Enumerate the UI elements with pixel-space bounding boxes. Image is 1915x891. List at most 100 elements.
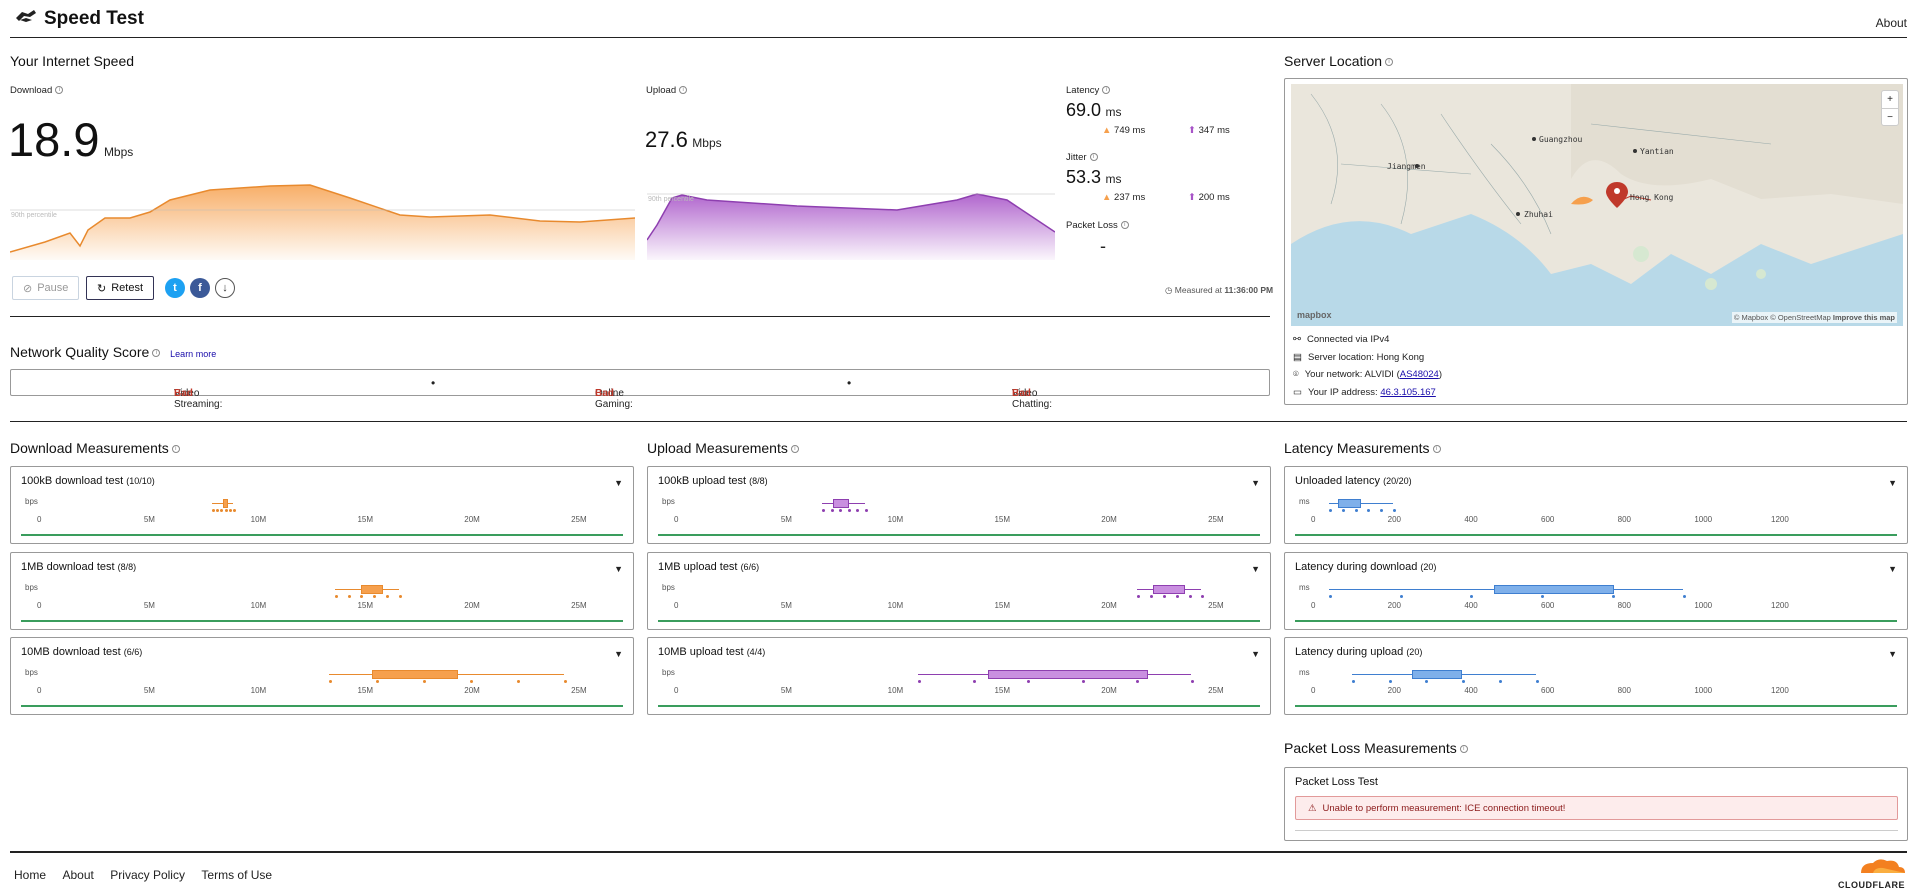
app-title: Speed Test: [44, 8, 144, 29]
info-icon[interactable]: i: [1120, 221, 1129, 230]
data-point: [1380, 509, 1384, 512]
latency-label: Latency: [1066, 85, 1100, 96]
axis-tick-label: 15M: [994, 515, 1011, 524]
map-attribution: © Mapbox © OpenStreetMap Improve this ma…: [1731, 312, 1897, 323]
axis-tick-label: 5M: [780, 686, 792, 695]
jitter-up: 200 ms: [1198, 192, 1230, 203]
axis-tick-label: 200: [1387, 601, 1402, 610]
attribution-text[interactable]: © Mapbox © OpenStreetMap: [1734, 313, 1831, 322]
latency-measurements-title: Latency Measurements: [1284, 440, 1430, 456]
axis-tick-label: 0: [37, 686, 42, 695]
baseline-line: [21, 620, 623, 622]
map-label-hongkong: Hong Kong: [1630, 193, 1674, 202]
measurement-card[interactable]: Latency during upload (20) ▼ ms 0 200 400 600 8…: [1284, 637, 1908, 715]
network-icon: ⚯: [1293, 334, 1301, 345]
box-plot-box[interactable]: [222, 499, 228, 508]
data-point: [373, 595, 377, 598]
info-icon[interactable]: i: [55, 86, 64, 95]
info-icon[interactable]: i: [171, 445, 180, 454]
info-icon[interactable]: i: [1385, 58, 1394, 67]
download-arrow-icon: ▲: [1102, 125, 1112, 136]
data-point: [229, 509, 232, 512]
measurement-card[interactable]: 1MB download test (8/8) ▼ bps 0 5M 10M 15M 20M 2…: [10, 552, 634, 630]
measurement-card[interactable]: 100kB download test (10/10) ▼ bps 0 5M 10M 15M…: [10, 466, 634, 544]
box-plot-box[interactable]: [1411, 670, 1463, 679]
connected-via: ⚯ Connected via IPv4: [1293, 334, 1389, 345]
data-point: [1328, 595, 1332, 598]
ip-address-link[interactable]: 46.3.105.167: [1380, 387, 1435, 398]
learn-more-link[interactable]: Learn more: [170, 349, 216, 359]
cloudflare-cloud-icon: [1861, 859, 1905, 873]
measurement-card[interactable]: 10MB upload test (4/4) ▼ bps 0 5M 10M 15M 20M 25…: [647, 637, 1271, 715]
pause-button[interactable]: ⊘ Pause: [12, 276, 80, 300]
mapbox-logo[interactable]: mapbox: [1297, 310, 1332, 320]
data-point: [1027, 680, 1031, 683]
download-results-icon[interactable]: ↓: [215, 278, 235, 298]
test-name: 1MB upload test: [658, 561, 738, 573]
footer-terms-link[interactable]: Terms of Use: [201, 868, 272, 882]
data-point: [1137, 595, 1141, 598]
box-plot-box[interactable]: [372, 670, 458, 679]
data-point: [398, 595, 402, 598]
chevron-down-icon[interactable]: ▼: [614, 649, 623, 659]
info-icon[interactable]: i: [152, 349, 161, 358]
info-icon[interactable]: i: [1459, 745, 1468, 754]
facebook-share-icon[interactable]: f: [190, 278, 210, 298]
about-link[interactable]: About: [1876, 16, 1907, 30]
footer-home-link[interactable]: Home: [14, 868, 46, 882]
axis-tick-label: 200: [1387, 686, 1402, 695]
download-measurements-title-row: Download Measurements i: [10, 440, 180, 456]
measurement-card[interactable]: Latency during download (20) ▼ ms 0 200 400 60…: [1284, 552, 1908, 630]
info-icon[interactable]: i: [1089, 153, 1098, 162]
box-plot-box[interactable]: [832, 499, 849, 508]
retest-button[interactable]: ↻ Retest: [86, 276, 155, 300]
ip-prefix: Your IP address:: [1307, 387, 1381, 398]
box-plot-box[interactable]: [987, 670, 1148, 679]
chevron-down-icon[interactable]: ▼: [1251, 564, 1260, 574]
info-icon[interactable]: i: [790, 445, 799, 454]
axis-tick-label: 25M: [571, 686, 587, 695]
chevron-down-icon[interactable]: ▼: [1888, 478, 1897, 488]
data-point: [329, 680, 333, 683]
measurement-card[interactable]: 100kB upload test (8/8) ▼ bps 0 5M 10M 15M 20M 2…: [647, 466, 1271, 544]
zoom-in-button[interactable]: +: [1882, 91, 1898, 108]
jitter-up-row: ⬆ 200 ms: [1188, 192, 1230, 203]
chevron-down-icon[interactable]: ▼: [1251, 649, 1260, 659]
axis-tick-label: 5M: [143, 515, 155, 524]
twitter-share-icon[interactable]: t: [165, 278, 185, 298]
measurement-card[interactable]: Unloaded latency (20/20) ▼ ms 0 200 400 600 800…: [1284, 466, 1908, 544]
measurement-card[interactable]: 1MB upload test (6/6) ▼ bps 0 5M 10M 15M 20M 25M: [647, 552, 1271, 630]
axis-unit: ms: [1299, 497, 1310, 506]
download-label-row: Download i: [10, 85, 64, 96]
axis-tick-label: 1000: [1694, 686, 1713, 695]
footer-about-link[interactable]: About: [62, 868, 93, 882]
box-plot-box[interactable]: [361, 585, 383, 594]
zoom-out-button[interactable]: −: [1882, 108, 1898, 126]
chevron-down-icon[interactable]: ▼: [614, 564, 623, 574]
data-point: [839, 509, 843, 512]
info-icon[interactable]: i: [1432, 445, 1441, 454]
footer-privacy-link[interactable]: Privacy Policy: [110, 868, 185, 882]
measurement-card[interactable]: 10MB download test (6/6) ▼ bps 0 5M 10M 15M 20M…: [10, 637, 634, 715]
network-prefix: Your network: ALVIDI (: [1304, 369, 1400, 380]
box-plot-box[interactable]: [1494, 585, 1614, 594]
improve-map-link[interactable]: Improve this map: [1833, 313, 1895, 322]
chevron-down-icon[interactable]: ▼: [1888, 564, 1897, 574]
info-icon[interactable]: i: [679, 86, 688, 95]
chevron-down-icon[interactable]: ▼: [1888, 649, 1897, 659]
cloudflare-logo[interactable]: CLOUDFLARE: [1833, 857, 1905, 890]
data-point: [1541, 595, 1545, 598]
chevron-down-icon[interactable]: ▼: [1251, 478, 1260, 488]
axis-tick-label: 15M: [357, 686, 374, 695]
test-count: (20/20): [1383, 476, 1412, 486]
jitter-unit: ms: [1105, 172, 1122, 186]
box-plot-box[interactable]: [1153, 585, 1186, 594]
chevron-down-icon[interactable]: ▼: [614, 478, 623, 488]
box-plot-box[interactable]: [1338, 499, 1361, 508]
info-icon[interactable]: i: [1102, 86, 1111, 95]
server-map[interactable]: Guangzhou Yantian Jiangmen Zhuhai Hong K…: [1291, 84, 1903, 326]
baseline-line: [658, 620, 1260, 622]
as-number-link[interactable]: AS48024: [1400, 369, 1439, 380]
download-value: 18.9: [8, 113, 100, 166]
packet-loss-card-title: Packet Loss Test: [1295, 776, 1378, 788]
